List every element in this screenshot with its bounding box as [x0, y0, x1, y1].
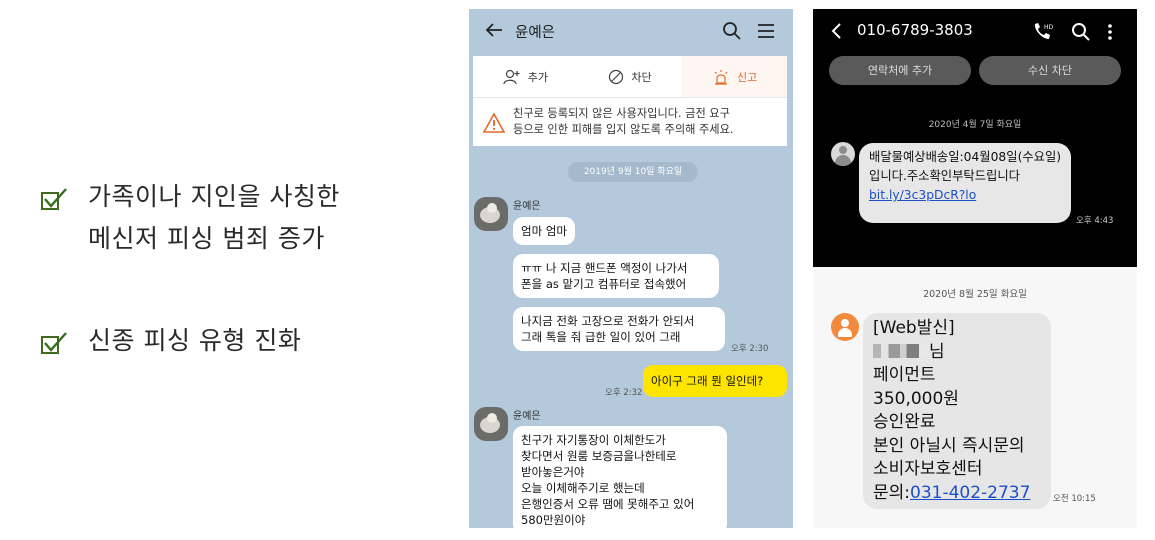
message-time: 오후 2:32 — [605, 388, 643, 398]
chat-title: 윤예은 — [515, 25, 556, 41]
search-icon[interactable] — [721, 20, 743, 42]
block-button[interactable]: 차단 — [578, 56, 683, 97]
add-contact-button[interactable]: 연락처에 추가 — [829, 56, 971, 85]
sender-name: 윤예은 — [513, 411, 541, 422]
sms-bubble: 배달물예상배송일:04월08일(수요일)입니다.주소확인부탁드립니다 bit.l… — [859, 143, 1071, 223]
chat-screenshot: 윤예은 추가 차단 신고 친구로 등록되지 않은 사용자입니다. 금전 요구 등… — [469, 9, 793, 528]
message-time: 오후 2:30 — [731, 344, 769, 354]
chat-bubble: 나지금 전화 고장으로 전화가 안되서 그래 톡을 줘 급한 일이 있어 그래 — [513, 307, 725, 351]
add-person-icon — [503, 69, 520, 84]
bullet-item: 신종 피싱 유형 진화 — [40, 320, 301, 362]
sender-number: 010-6789-3803 — [857, 21, 973, 39]
siren-icon — [714, 69, 728, 85]
date-divider: 2019년 9월 10일 화요일 — [568, 162, 698, 182]
menu-icon[interactable] — [755, 20, 777, 42]
chat-bubble: 엄마 엄마 — [513, 217, 575, 245]
checkbox-icon — [40, 186, 67, 212]
chat-bubble: 친구가 자기통장이 이체한도가 찾다면서 원룸 보증금을나한테로 받아놓은거야 … — [513, 426, 727, 528]
my-chat-bubble: 아이구 그래 뭔 일인데? — [643, 365, 787, 397]
avatar[interactable] — [474, 197, 508, 231]
sms-bubble: [Web발신] 님 페이먼트 350,000원 승인완료 본인 아닐시 즉시문의… — [863, 313, 1051, 509]
block-icon — [609, 69, 624, 84]
avatar[interactable] — [474, 407, 508, 441]
sms-dark-screenshot: 010-6789-3803 HD 연락처에 추가 수신 차단 2020년 4월 … — [813, 9, 1137, 267]
chat-bubble: ㅠㅠ 나 지금 핸드폰 액정이 나가서 폰을 as 맡기고 컴퓨터로 접속했어 — [513, 254, 719, 298]
sms-light-screenshot: 2020년 8월 25일 화요일 [Web발신] 님 페이먼트 350,000원… — [813, 267, 1137, 528]
block-sender-button[interactable]: 수신 차단 — [979, 56, 1121, 85]
search-icon[interactable] — [1070, 21, 1092, 43]
message-time: 오전 10:15 — [1053, 494, 1096, 504]
redacted-name — [873, 343, 929, 358]
svg-text:HD: HD — [1044, 24, 1053, 31]
warning-icon — [483, 112, 505, 133]
bullet-item: 가족이나 지인을 사칭한 메신저 피싱 범죄 증가 — [40, 176, 340, 260]
report-button[interactable]: 신고 — [682, 56, 788, 97]
contact-avatar[interactable] — [831, 142, 855, 166]
back-arrow-icon[interactable] — [483, 19, 505, 41]
stranger-warning-card: 추가 차단 신고 친구로 등록되지 않은 사용자입니다. 금전 요구 등으로 인… — [473, 56, 788, 146]
bullet-text: 가족이나 지인을 사칭한 메신저 피싱 범죄 증가 — [88, 182, 340, 253]
sms-text: 배달물예상배송일:04월08일(수요일)입니다.주소확인부탁드립니다 — [869, 150, 1062, 183]
checkbox-icon — [40, 330, 67, 356]
hd-call-icon[interactable]: HD — [1031, 21, 1053, 43]
date-divider: 2020년 8월 25일 화요일 — [923, 289, 1027, 300]
back-chevron-icon[interactable] — [827, 21, 847, 41]
sender-name: 윤예은 — [513, 201, 541, 212]
sms-link[interactable]: bit.ly/3c3pDcR?lo — [869, 188, 976, 202]
date-divider: 2020년 4월 7일 화요일 — [928, 120, 1022, 130]
warning-text: 친구로 등록되지 않은 사용자입니다. 금전 요구 등으로 인한 피해를 입지 … — [513, 107, 734, 136]
phone-link[interactable]: 031-402-2737 — [910, 483, 1030, 503]
bullet-text: 신종 피싱 유형 진화 — [88, 326, 302, 355]
add-friend-button[interactable]: 추가 — [473, 56, 578, 97]
more-options-icon[interactable] — [1105, 21, 1115, 43]
contact-avatar[interactable] — [831, 313, 859, 341]
message-time: 오후 4:43 — [1076, 216, 1114, 226]
